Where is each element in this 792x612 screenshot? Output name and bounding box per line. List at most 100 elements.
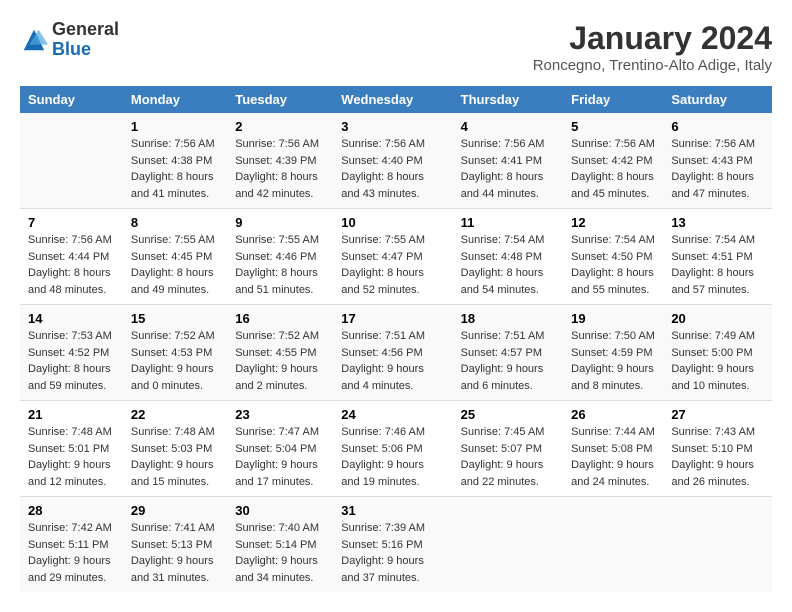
header-day-friday: Friday	[563, 86, 663, 113]
day-number: 14	[28, 311, 115, 326]
day-number: 13	[671, 215, 764, 230]
page-header: General Blue January 2024 Roncegno, Tren…	[20, 20, 772, 74]
day-detail: Sunrise: 7:41 AMSunset: 5:13 PMDaylight:…	[131, 520, 219, 586]
day-detail: Sunrise: 7:54 AMSunset: 4:51 PMDaylight:…	[671, 232, 764, 298]
calendar-cell: 14Sunrise: 7:53 AMSunset: 4:52 PMDayligh…	[20, 305, 123, 401]
day-number: 24	[341, 407, 444, 422]
day-number: 20	[671, 311, 764, 326]
calendar-cell	[453, 497, 564, 593]
calendar-cell: 26 Sunrise: 7:44 AMSunset: 5:08 PMDayligh…	[563, 401, 663, 497]
day-detail: Sunrise: 7:56 AMSunset: 4:42 PMDaylight:…	[571, 136, 655, 202]
calendar-header: SundayMondayTuesdayWednesdayThursdayFrid…	[20, 86, 772, 113]
logo-icon	[20, 26, 48, 54]
day-number: 10	[341, 215, 444, 230]
day-number: 23	[235, 407, 325, 422]
day-detail: Sunrise: 7:55 AMSunset: 4:47 PMDaylight:…	[341, 232, 444, 298]
week-row-4: 21 Sunrise: 7:48 AMSunset: 5:01 PMDayligh…	[20, 401, 772, 497]
calendar-cell: 13 Sunrise: 7:54 AMSunset: 4:51 PMDayligh…	[663, 209, 772, 305]
day-number: 1	[131, 119, 219, 134]
week-row-3: 14Sunrise: 7:53 AMSunset: 4:52 PMDayligh…	[20, 305, 772, 401]
day-detail: Sunrise: 7:42 AMSunset: 5:11 PMDaylight:…	[28, 520, 115, 586]
day-detail: Sunrise: 7:56 AMSunset: 4:39 PMDaylight:…	[235, 136, 325, 202]
day-number: 6	[671, 119, 764, 134]
calendar-cell: 17Sunrise: 7:51 AMSunset: 4:56 PMDayligh…	[333, 305, 452, 401]
day-number: 2	[235, 119, 325, 134]
day-number: 25	[461, 407, 556, 422]
calendar-cell: 4Sunrise: 7:56 AMSunset: 4:41 PMDaylight…	[453, 113, 564, 209]
week-row-2: 7 Sunrise: 7:56 AMSunset: 4:44 PMDaylight…	[20, 209, 772, 305]
day-number: 3	[341, 119, 444, 134]
calendar-cell: 25 Sunrise: 7:45 AMSunset: 5:07 PMDayligh…	[453, 401, 564, 497]
day-detail: Sunrise: 7:56 AMSunset: 4:40 PMDaylight:…	[341, 136, 444, 202]
calendar-cell: 16 Sunrise: 7:52 AMSunset: 4:55 PMDayligh…	[227, 305, 333, 401]
title-block: January 2024 Roncegno, Trentino-Alto Adi…	[533, 20, 772, 74]
day-detail: Sunrise: 7:45 AMSunset: 5:07 PMDaylight:…	[461, 424, 556, 490]
day-detail: Sunrise: 7:39 AMSunset: 5:16 PMDaylight:…	[341, 520, 444, 586]
header-day-monday: Monday	[123, 86, 227, 113]
calendar-body: 1 Sunrise: 7:56 AMSunset: 4:38 PMDaylight…	[20, 113, 772, 592]
calendar-table: SundayMondayTuesdayWednesdayThursdayFrid…	[20, 86, 772, 592]
calendar-cell: 29 Sunrise: 7:41 AMSunset: 5:13 PMDayligh…	[123, 497, 227, 593]
day-detail: Sunrise: 7:56 AMSunset: 4:38 PMDaylight:…	[131, 136, 219, 202]
calendar-cell: 20Sunrise: 7:49 AMSunset: 5:00 PMDayligh…	[663, 305, 772, 401]
header-day-sunday: Sunday	[20, 86, 123, 113]
day-detail: Sunrise: 7:48 AMSunset: 5:01 PMDaylight:…	[28, 424, 115, 490]
day-number: 9	[235, 215, 325, 230]
day-detail: Sunrise: 7:51 AMSunset: 4:56 PMDaylight:…	[341, 328, 444, 394]
day-number: 29	[131, 503, 219, 518]
calendar-cell: 15Sunrise: 7:52 AMSunset: 4:53 PMDayligh…	[123, 305, 227, 401]
day-number: 21	[28, 407, 115, 422]
logo-general: General	[52, 20, 119, 40]
day-detail: Sunrise: 7:40 AMSunset: 5:14 PMDaylight:…	[235, 520, 325, 586]
day-detail: Sunrise: 7:48 AMSunset: 5:03 PMDaylight:…	[131, 424, 219, 490]
day-detail: Sunrise: 7:52 AMSunset: 4:55 PMDaylight:…	[235, 328, 325, 394]
calendar-cell: 12 Sunrise: 7:54 AMSunset: 4:50 PMDayligh…	[563, 209, 663, 305]
logo-blue: Blue	[52, 40, 119, 60]
calendar-cell: 30 Sunrise: 7:40 AMSunset: 5:14 PMDayligh…	[227, 497, 333, 593]
day-number: 11	[461, 215, 556, 230]
calendar-cell: 31 Sunrise: 7:39 AMSunset: 5:16 PMDayligh…	[333, 497, 452, 593]
day-number: 7	[28, 215, 115, 230]
calendar-cell: 10 Sunrise: 7:55 AMSunset: 4:47 PMDayligh…	[333, 209, 452, 305]
calendar-cell: 8Sunrise: 7:55 AMSunset: 4:45 PMDaylight…	[123, 209, 227, 305]
calendar-cell	[663, 497, 772, 593]
day-detail: Sunrise: 7:44 AMSunset: 5:08 PMDaylight:…	[571, 424, 655, 490]
calendar-cell: 1 Sunrise: 7:56 AMSunset: 4:38 PMDaylight…	[123, 113, 227, 209]
day-number: 28	[28, 503, 115, 518]
day-detail: Sunrise: 7:43 AMSunset: 5:10 PMDaylight:…	[671, 424, 764, 490]
calendar-cell: 28 Sunrise: 7:42 AMSunset: 5:11 PMDayligh…	[20, 497, 123, 593]
day-detail: Sunrise: 7:55 AMSunset: 4:45 PMDaylight:…	[131, 232, 219, 298]
day-detail: Sunrise: 7:56 AMSunset: 4:43 PMDaylight:…	[671, 136, 764, 202]
day-number: 19	[571, 311, 655, 326]
calendar-cell: 18Sunrise: 7:51 AMSunset: 4:57 PMDayligh…	[453, 305, 564, 401]
day-detail: Sunrise: 7:55 AMSunset: 4:46 PMDaylight:…	[235, 232, 325, 298]
location: Roncegno, Trentino-Alto Adige, Italy	[533, 57, 772, 74]
calendar-cell: 24Sunrise: 7:46 AMSunset: 5:06 PMDayligh…	[333, 401, 452, 497]
day-number: 5	[571, 119, 655, 134]
calendar-cell: 2 Sunrise: 7:56 AMSunset: 4:39 PMDaylight…	[227, 113, 333, 209]
day-number: 30	[235, 503, 325, 518]
day-number: 16	[235, 311, 325, 326]
calendar-cell: 19Sunrise: 7:50 AMSunset: 4:59 PMDayligh…	[563, 305, 663, 401]
calendar-cell: 6 Sunrise: 7:56 AMSunset: 4:43 PMDaylight…	[663, 113, 772, 209]
week-row-1: 1 Sunrise: 7:56 AMSunset: 4:38 PMDaylight…	[20, 113, 772, 209]
day-detail: Sunrise: 7:56 AMSunset: 4:41 PMDaylight:…	[461, 136, 556, 202]
day-number: 26	[571, 407, 655, 422]
day-number: 31	[341, 503, 444, 518]
calendar-cell: 7 Sunrise: 7:56 AMSunset: 4:44 PMDaylight…	[20, 209, 123, 305]
header-day-saturday: Saturday	[663, 86, 772, 113]
calendar-cell: 21 Sunrise: 7:48 AMSunset: 5:01 PMDayligh…	[20, 401, 123, 497]
day-number: 15	[131, 311, 219, 326]
day-detail: Sunrise: 7:56 AMSunset: 4:44 PMDaylight:…	[28, 232, 115, 298]
calendar-cell: 27 Sunrise: 7:43 AMSunset: 5:10 PMDayligh…	[663, 401, 772, 497]
day-detail: Sunrise: 7:54 AMSunset: 4:48 PMDaylight:…	[461, 232, 556, 298]
calendar-cell: 22Sunrise: 7:48 AMSunset: 5:03 PMDayligh…	[123, 401, 227, 497]
header-row: SundayMondayTuesdayWednesdayThursdayFrid…	[20, 86, 772, 113]
calendar-cell	[563, 497, 663, 593]
calendar-cell: 9 Sunrise: 7:55 AMSunset: 4:46 PMDaylight…	[227, 209, 333, 305]
day-number: 27	[671, 407, 764, 422]
header-day-wednesday: Wednesday	[333, 86, 452, 113]
day-detail: Sunrise: 7:54 AMSunset: 4:50 PMDaylight:…	[571, 232, 655, 298]
day-detail: Sunrise: 7:51 AMSunset: 4:57 PMDaylight:…	[461, 328, 556, 394]
day-number: 12	[571, 215, 655, 230]
